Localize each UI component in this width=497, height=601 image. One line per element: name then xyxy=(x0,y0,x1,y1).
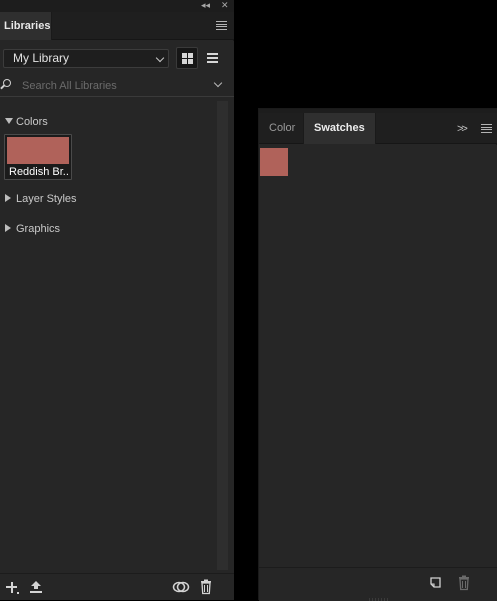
tab-swatches[interactable]: Swatches xyxy=(303,113,376,144)
libraries-panel: ◂◂ ✕ Libraries My Library Colors R xyxy=(0,0,234,600)
section-graphics[interactable]: Graphics xyxy=(5,221,60,237)
search-scope-chevron-icon[interactable] xyxy=(213,78,223,88)
libraries-tab-bar: Libraries xyxy=(0,12,234,40)
tab-libraries[interactable]: Libraries xyxy=(0,12,52,40)
section-graphics-label: Graphics xyxy=(16,223,61,235)
color-chip xyxy=(7,137,69,164)
library-select-value: My Library xyxy=(13,51,70,65)
collapsed-triangle-icon xyxy=(5,194,11,202)
list-view-button[interactable] xyxy=(201,47,223,69)
panel-menu-icon[interactable] xyxy=(216,21,227,30)
section-layer-styles-label: Layer Styles xyxy=(16,193,77,205)
list-view-icon xyxy=(206,53,218,63)
grid-view-icon xyxy=(181,52,193,64)
expanded-triangle-icon xyxy=(5,118,13,124)
grid-view-button[interactable] xyxy=(176,47,198,69)
collapsed-triangle-icon xyxy=(5,224,11,232)
search-input[interactable] xyxy=(18,77,208,95)
swatch-item[interactable] xyxy=(260,148,288,176)
new-swatch-icon[interactable] xyxy=(427,574,445,592)
swatches-tab-bar: Color Swatches >> xyxy=(259,113,497,144)
close-panel-icon[interactable]: ✕ xyxy=(221,0,229,11)
section-layer-styles[interactable]: Layer Styles xyxy=(5,191,77,207)
add-icon[interactable] xyxy=(3,578,21,596)
panel-menu-icon[interactable] xyxy=(481,124,492,133)
tab-color[interactable]: Color xyxy=(259,113,305,144)
upload-icon[interactable] xyxy=(27,578,45,596)
more-tabs-icon[interactable]: >> xyxy=(457,124,468,135)
chevron-down-icon xyxy=(155,53,165,63)
creative-cloud-icon[interactable] xyxy=(172,578,190,596)
library-select[interactable]: My Library xyxy=(3,49,169,68)
search-icon xyxy=(3,79,11,87)
swatches-grid xyxy=(259,145,497,567)
swatches-footer xyxy=(259,567,497,601)
libraries-footer xyxy=(0,573,234,600)
trash-icon[interactable] xyxy=(197,578,215,596)
libraries-scrollbar[interactable] xyxy=(217,101,228,570)
libraries-body: My Library Colors Reddish Br... Layer St… xyxy=(0,41,234,573)
panel-collapse-strip: ◂◂ ✕ xyxy=(0,0,234,12)
trash-icon[interactable] xyxy=(455,574,473,592)
section-colors-label: Colors xyxy=(16,116,48,128)
collapse-panels-icon[interactable]: ◂◂ xyxy=(201,0,210,11)
swatches-panel: Color Swatches >> xyxy=(258,108,497,601)
section-colors[interactable]: Colors xyxy=(5,114,48,130)
search-bar xyxy=(0,75,234,97)
color-item-name: Reddish Br... xyxy=(9,166,69,178)
color-item-tile[interactable]: Reddish Br... xyxy=(4,134,72,180)
